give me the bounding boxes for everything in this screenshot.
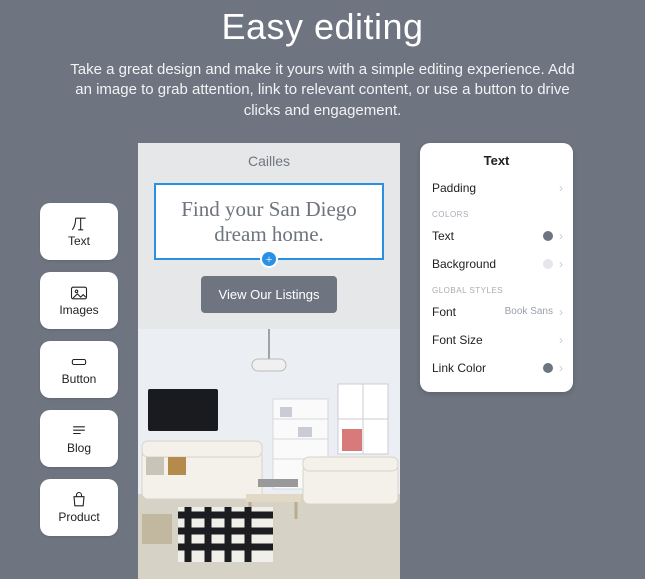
page-title: Easy editing — [60, 6, 585, 48]
row-font-size[interactable]: Font Size › — [420, 326, 573, 354]
row-label: Text — [432, 229, 454, 243]
blog-icon — [69, 422, 89, 440]
page-subtitle: Take a great design and make it yours wi… — [60, 60, 585, 121]
row-label: Link Color — [432, 361, 486, 375]
palette-item-button[interactable]: Button — [40, 341, 118, 398]
preview-image — [138, 329, 400, 579]
color-swatch — [543, 231, 553, 241]
chevron-right-icon: › — [559, 181, 563, 195]
section-global: Global Styles — [420, 278, 573, 298]
headline-text: Find your San Diego dream home. — [181, 197, 357, 246]
chevron-right-icon: › — [559, 229, 563, 243]
palette-item-images[interactable]: Images — [40, 272, 118, 329]
row-label: Background — [432, 257, 496, 271]
design-preview: Cailles Find your San Diego dream home. … — [138, 143, 400, 573]
row-link-color[interactable]: Link Color › — [420, 354, 573, 382]
color-swatch — [543, 259, 553, 269]
selected-text-block[interactable]: Find your San Diego dream home. + — [154, 183, 384, 261]
color-swatch — [543, 363, 553, 373]
brand-name: Cailles — [248, 153, 290, 169]
palette-label: Images — [59, 304, 98, 316]
button-icon — [69, 353, 89, 371]
image-icon — [69, 284, 89, 302]
tool-palette: Text Images Button Blog Product — [40, 203, 118, 536]
row-font[interactable]: Font Book Sans › — [420, 298, 573, 326]
palette-item-blog[interactable]: Blog — [40, 410, 118, 467]
row-padding[interactable]: Padding › — [420, 174, 573, 202]
panel-title: Text — [420, 153, 573, 168]
row-label: Font — [432, 305, 456, 319]
section-colors: Colors — [420, 202, 573, 222]
properties-panel: Text Padding › Colors Text › Background … — [420, 143, 573, 392]
palette-label: Text — [68, 235, 90, 247]
text-icon — [69, 215, 89, 233]
palette-item-text[interactable]: Text — [40, 203, 118, 260]
plus-icon: + — [266, 253, 273, 265]
chevron-right-icon: › — [559, 257, 563, 271]
row-background[interactable]: Background › — [420, 250, 573, 278]
row-label: Padding — [432, 181, 476, 195]
chevron-right-icon: › — [559, 361, 563, 375]
add-handle[interactable]: + — [260, 250, 278, 268]
chevron-right-icon: › — [559, 305, 563, 319]
product-icon — [69, 491, 89, 509]
chevron-right-icon: › — [559, 333, 563, 347]
palette-label: Button — [62, 373, 97, 385]
row-text-color[interactable]: Text › — [420, 222, 573, 250]
palette-label: Product — [58, 511, 99, 523]
font-value: Book Sans — [505, 306, 553, 317]
cta-button[interactable]: View Our Listings — [201, 276, 338, 313]
palette-item-product[interactable]: Product — [40, 479, 118, 536]
row-label: Font Size — [432, 333, 483, 347]
palette-label: Blog — [67, 442, 91, 454]
